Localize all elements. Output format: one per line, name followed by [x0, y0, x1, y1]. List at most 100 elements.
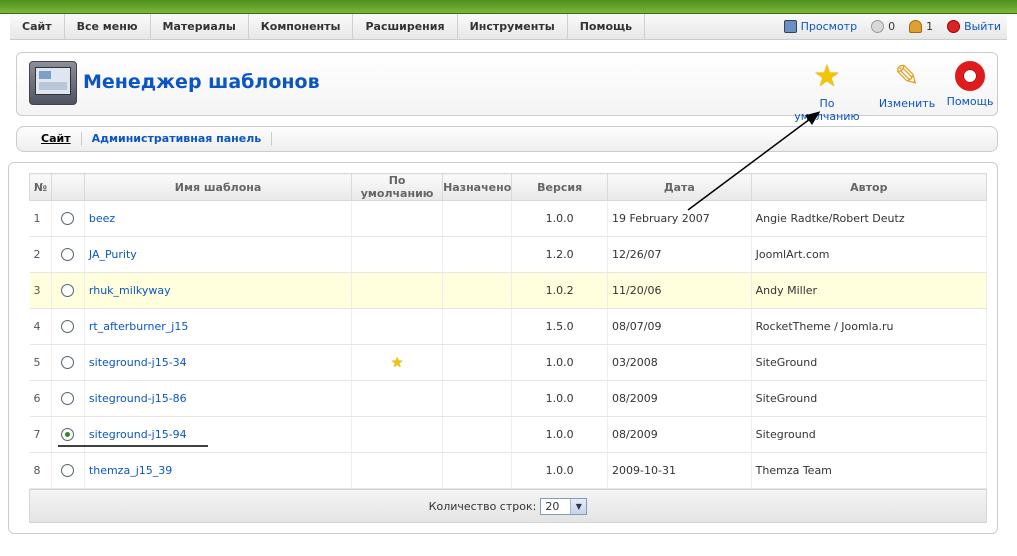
messages-link[interactable]: 0 — [871, 20, 895, 33]
templates-table: № Имя шаблона По умолчанию Назначено Вер… — [29, 173, 988, 489]
lifebuoy-icon — [955, 61, 985, 91]
header-default[interactable]: По умолчанию — [351, 173, 444, 201]
date-cell: 08/07/09 — [607, 308, 752, 345]
template-name-link[interactable]: siteground-j15-86 — [84, 380, 353, 417]
row-radio-selected[interactable] — [61, 428, 75, 442]
row-radio[interactable] — [61, 356, 75, 370]
menu-all-menus[interactable]: Все меню — [65, 13, 151, 40]
logout-link[interactable]: Выйти — [947, 20, 1001, 33]
table-row: 2 JA_Purity 1.2.0 12/26/07 JoomlArt.com — [29, 236, 988, 273]
default-button[interactable]: ★ По умолчанию — [787, 61, 867, 124]
template-manager-icon — [29, 61, 77, 105]
row-number: 8 — [29, 452, 52, 489]
logout-label: Выйти — [964, 20, 1001, 33]
assigned-cell — [442, 416, 513, 453]
row-radio[interactable] — [61, 464, 75, 478]
version-cell: 1.2.0 — [511, 236, 609, 273]
template-name-link[interactable]: rt_afterburner_j15 — [84, 308, 353, 345]
header-author[interactable]: Автор — [750, 173, 988, 201]
assigned-cell — [442, 452, 513, 489]
edit-button-label: Изменить — [878, 97, 936, 110]
header-number[interactable]: № — [29, 173, 52, 201]
default-cell: ★ — [351, 344, 444, 381]
default-cell — [351, 452, 444, 489]
row-radio[interactable] — [61, 284, 75, 298]
table-row: 3 rhuk_milkyway 1.0.2 11/20/06 Andy Mill… — [29, 272, 988, 309]
users-icon — [909, 20, 923, 33]
author-cell: Siteground — [751, 416, 988, 453]
users-link[interactable]: 1 — [909, 20, 933, 33]
row-radio[interactable] — [61, 392, 75, 406]
row-radio[interactable] — [61, 320, 75, 334]
menu-tools[interactable]: Инструменты — [458, 13, 568, 40]
row-radio[interactable] — [61, 212, 75, 226]
author-cell: RocketTheme / Joomla.ru — [751, 308, 988, 345]
menu-content[interactable]: Материалы — [151, 13, 249, 40]
date-cell: 19 February 2007 — [607, 200, 752, 237]
page-title: Менеджер шаблонов — [83, 71, 320, 93]
row-number: 4 — [29, 308, 52, 345]
row-number: 3 — [29, 272, 52, 309]
template-name-link[interactable]: siteground-j15-94 — [84, 416, 353, 453]
template-name-link[interactable]: rhuk_milkyway — [84, 272, 353, 309]
template-name-link[interactable]: themza_j15_39 — [84, 452, 353, 489]
messages-count: 0 — [888, 20, 896, 33]
menu-components[interactable]: Компоненты — [249, 13, 354, 40]
edit-button[interactable]: ✎ Изменить — [877, 59, 937, 111]
table-row: 5 siteground-j15-34 ★ 1.0.0 03/2008 Site… — [29, 344, 988, 381]
table-footer: Количество строк: 20 ▼ — [29, 489, 987, 523]
header-assigned[interactable]: Назначено — [442, 173, 513, 201]
table-row: 1 beez 1.0.0 19 February 2007 Angie Radt… — [29, 200, 988, 237]
menu-site[interactable]: Сайт — [10, 13, 65, 40]
menu-extensions[interactable]: Расширения — [353, 13, 458, 40]
help-button[interactable]: Помощь — [945, 61, 995, 108]
header-version[interactable]: Версия — [511, 173, 609, 201]
author-cell: SiteGround — [751, 344, 988, 381]
chevron-down-icon: ▼ — [570, 498, 587, 514]
author-cell: Angie Radtke/Robert Deutz — [751, 200, 988, 237]
logout-icon — [947, 20, 961, 33]
preview-link[interactable]: Просмотр — [783, 20, 857, 33]
template-name-link[interactable]: siteground-j15-34 — [84, 344, 353, 381]
assigned-cell — [442, 308, 513, 345]
rows-per-page-label: Количество строк: — [428, 499, 537, 513]
version-cell: 1.0.0 — [511, 452, 609, 489]
default-star-icon: ★ — [390, 354, 404, 371]
tab-site[interactable]: Сайт — [31, 132, 82, 146]
rows-per-page-select[interactable]: 20 ▼ — [540, 497, 588, 515]
default-cell — [351, 380, 444, 417]
author-cell: Themza Team — [751, 452, 988, 489]
status-area: Просмотр 0 1 Выйти — [783, 20, 1007, 33]
default-cell — [351, 308, 444, 345]
template-name-link[interactable]: beez — [84, 200, 353, 237]
default-cell — [351, 272, 444, 309]
row-number: 6 — [29, 380, 52, 417]
menu-help[interactable]: Помощь — [568, 13, 646, 40]
template-name-link[interactable]: JA_Purity — [84, 236, 353, 273]
version-cell: 1.0.0 — [511, 380, 609, 417]
row-number: 5 — [29, 344, 52, 381]
author-cell: SiteGround — [751, 380, 988, 417]
default-cell — [351, 416, 444, 453]
tab-administrator[interactable]: Административная панель — [82, 132, 273, 146]
header-date[interactable]: Дата — [607, 173, 752, 201]
assigned-cell — [442, 272, 513, 309]
version-cell: 1.0.0 — [511, 344, 609, 381]
assigned-cell — [442, 380, 513, 417]
header-select — [50, 173, 85, 201]
row-number: 7 — [29, 416, 52, 453]
rows-per-page-value: 20 — [545, 499, 560, 513]
header-template-name[interactable]: Имя шаблона — [83, 173, 353, 201]
row-radio[interactable] — [61, 248, 75, 262]
default-button-label: По умолчанию — [794, 97, 860, 123]
date-cell: 08/2009 — [607, 380, 752, 417]
date-cell: 03/2008 — [607, 344, 752, 381]
main-menubar: Сайт Все меню Материалы Компоненты Расши… — [10, 13, 1007, 40]
templates-panel: № Имя шаблона По умолчанию Назначено Вер… — [8, 162, 998, 534]
toolbar-header: Менеджер шаблонов ★ По умолчанию ✎ Измен… — [16, 52, 998, 123]
assigned-cell — [442, 200, 513, 237]
preview-icon — [783, 20, 797, 33]
assigned-cell — [442, 344, 513, 381]
pencil-icon: ✎ — [894, 59, 920, 94]
version-cell: 1.0.2 — [511, 272, 609, 309]
